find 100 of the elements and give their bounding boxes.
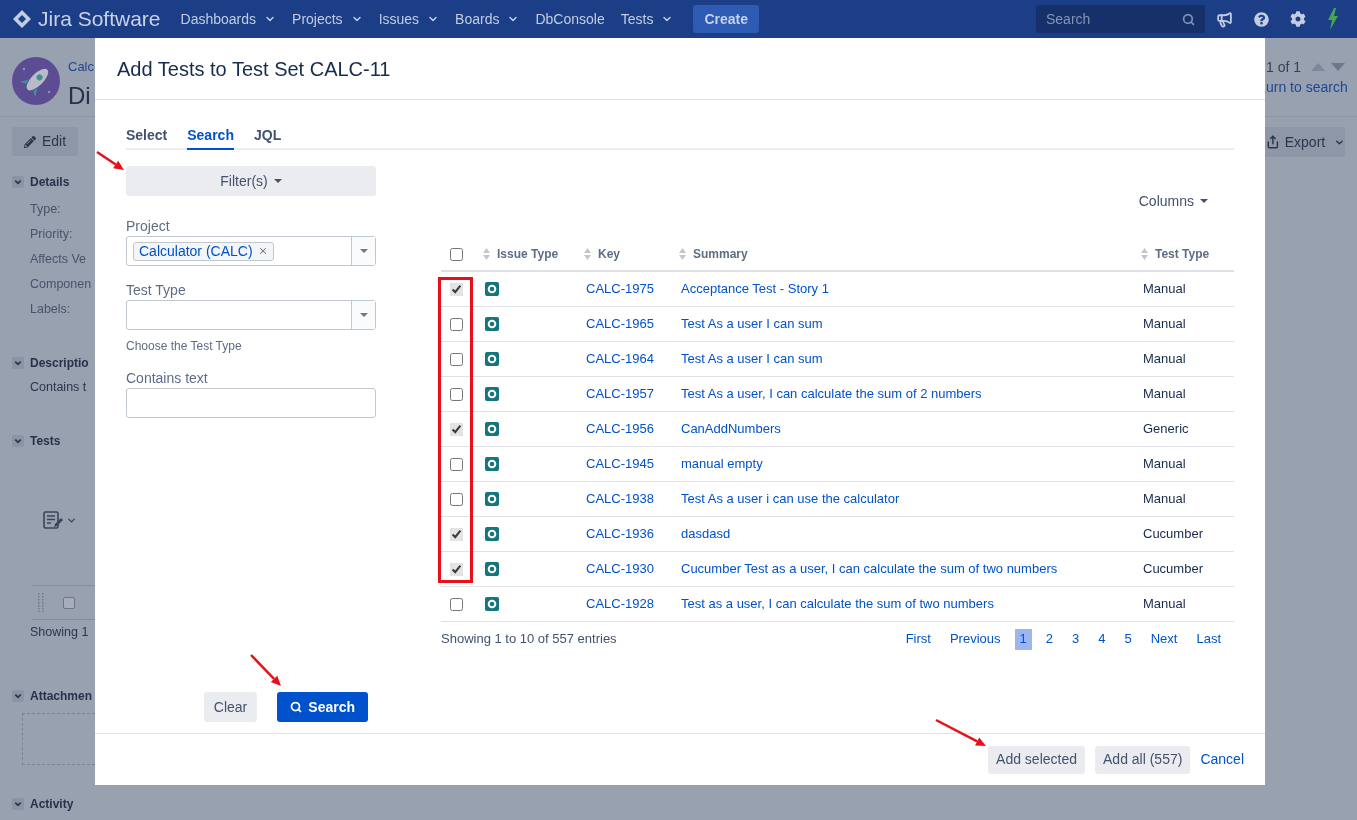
search-button[interactable]: Search [277,692,368,722]
field-label: Affects Ve [29,251,88,268]
column-header[interactable]: Key [598,245,620,263]
summary-link[interactable]: Acceptance Test - Story 1 [681,281,829,297]
column-header[interactable]: Test Type [1155,245,1210,263]
nav-menu[interactable]: Boards [455,8,520,30]
issue-key-link[interactable]: CALC-1945 [586,456,654,472]
nav-menu[interactable]: Issues [378,8,440,30]
dropdown-toggle[interactable] [351,237,375,265]
checkbox[interactable] [450,352,463,366]
select-field[interactable] [126,300,376,330]
return-to-search-link[interactable]: urn to search [1266,78,1357,96]
issue-key-link[interactable]: CALC-1956 [586,421,654,437]
dropdown-toggle[interactable] [351,301,375,329]
summary-link[interactable]: dasdasd [681,526,731,542]
page-link[interactable]: 4 [1093,628,1111,650]
column-header[interactable]: Summary [693,245,748,263]
add-all-button[interactable]: Add all (557) [1095,745,1191,774]
search-icon [290,701,303,713]
field-label: Test Type [126,281,187,299]
chevron-down-icon[interactable] [12,434,24,447]
filters-button[interactable]: Filter(s) [126,166,376,196]
issue-key-link[interactable]: CALC-1964 [586,351,654,367]
document-edit-icon[interactable] [43,511,63,529]
edit-button[interactable]: Edit [12,127,78,156]
summary-link[interactable]: Cucumber Test as a user, I can calculate the sum of two numbers [681,561,1058,577]
checkbox[interactable] [450,527,463,541]
issue-key-link[interactable]: CALC-1975 [586,281,654,297]
checkbox[interactable] [450,317,463,331]
issue-key-link[interactable]: CALC-1938 [586,491,654,507]
logo-icon[interactable] [13,10,31,28]
test-type-text: Manual [1143,386,1186,402]
project-link[interactable]: Calc [68,59,94,75]
summary-link[interactable]: Test As a user i can use the calculator [681,491,900,507]
checkbox[interactable] [450,387,463,401]
megaphone-icon[interactable] [1216,10,1233,28]
export-button[interactable]: Export [1265,127,1345,157]
summary-link[interactable]: CanAddNumbers [681,421,781,437]
summary-link[interactable]: Test As a user, I can calculate the sum of 2 numbers [681,386,982,402]
test-type-text: Manual [1143,491,1186,507]
checkbox[interactable] [450,562,463,576]
text-input[interactable] [126,388,376,418]
checkbox[interactable] [450,597,463,611]
caret-icon [359,313,368,317]
page-link[interactable]: Last [1191,628,1226,650]
issue-key-link[interactable]: CALC-1936 [586,526,654,542]
checkbox[interactable] [450,247,463,261]
issue-key-link[interactable]: CALC-1928 [586,596,654,612]
nav-menu[interactable]: Tests [620,8,674,30]
page-link[interactable]: 3 [1067,628,1085,650]
help-icon[interactable] [1254,11,1269,27]
search-field[interactable]: Search [1036,5,1205,33]
page-link[interactable]: First [900,628,936,650]
chevron-down-icon[interactable] [12,797,24,810]
nav-menu[interactable]: DbConsole [535,8,605,30]
chevron-down-icon[interactable] [12,175,24,188]
summary-link[interactable]: manual empty [681,456,763,472]
nav-menu[interactable]: Dashboards [180,8,277,30]
page-link[interactable]: 2 [1040,628,1058,650]
summary-link[interactable]: Test As a user I can sum [681,316,823,332]
drag-handle-icon[interactable] [38,593,45,612]
test-type-text: Manual [1143,351,1186,367]
settings-icon[interactable] [1290,11,1306,27]
cancel-link[interactable]: Cancel [1200,745,1244,774]
issue-key-link[interactable]: CALC-1965 [586,316,654,332]
page-link[interactable]: Previous [944,628,1006,650]
issue-key-link[interactable]: CALC-1930 [586,561,654,577]
page-link[interactable]: Next [1145,628,1183,650]
nav-menu[interactable]: Projects [292,8,363,30]
remove-icon[interactable] [257,246,268,256]
summary-link[interactable]: Test as a user, I can calculate the sum of two numbers [681,596,994,612]
product-name[interactable]: Jira Software [38,3,161,35]
clear-button[interactable]: Clear [203,692,258,722]
ring-square-icon [485,492,499,506]
lightning-avatar-icon[interactable] [1327,8,1339,30]
columns-button[interactable]: Columns [1138,191,1208,211]
summary-link[interactable]: Test As a user I can sum [681,351,823,367]
ring-square-icon [485,597,499,611]
field-label: Priority: [29,226,74,243]
chevron-down-icon[interactable] [12,356,24,369]
multi-select-field[interactable]: Calculator (CALC) [126,236,376,266]
tab[interactable]: JQL [253,122,282,150]
add-selected-button[interactable]: Add selected [988,745,1085,774]
test-type-text: Manual [1143,596,1186,612]
tab[interactable]: Search [187,122,234,150]
caret-icon [359,249,368,253]
rocket-avatar-icon [12,57,60,105]
page-link[interactable]: 5 [1119,628,1137,650]
ring-square-icon [485,527,499,541]
issue-key-link[interactable]: CALC-1957 [586,386,654,402]
tab[interactable]: Select [126,122,168,150]
checkbox[interactable] [63,596,75,609]
chevron-down-icon[interactable] [12,689,24,702]
checkbox[interactable] [450,422,463,436]
checkbox[interactable] [450,457,463,471]
checkbox[interactable] [450,492,463,506]
create-button[interactable]: Create [693,5,759,33]
column-header[interactable]: Issue Type [497,245,559,263]
pencil-icon [23,135,36,148]
checkbox[interactable] [450,282,463,296]
